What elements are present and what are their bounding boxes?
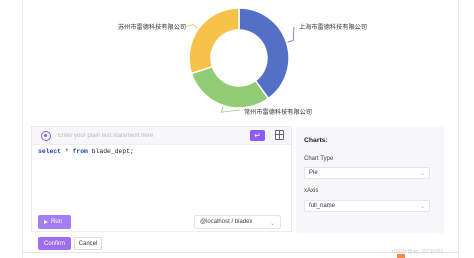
page: 苏州市雷德科技有限公司 上海市雷德科技有限公司 常州市雷德科技有限公司 ↵ se… [0, 0, 474, 258]
slice-label-changzhou: 常州市雷德科技有限公司 [244, 108, 312, 116]
xaxis-select[interactable]: full_name ⌄ [304, 200, 430, 212]
table-icon[interactable] [275, 130, 284, 140]
charts-settings-panel: Charts: Chart Type Pie ⌄ xAxis full_name… [296, 127, 444, 233]
cancel-button[interactable]: Cancel [74, 237, 102, 250]
connection-select[interactable]: @localhost / bladex ⌄ [194, 215, 281, 229]
ask-input[interactable] [58, 130, 238, 142]
sql-code-editor[interactable]: select * from blade_dept; [38, 148, 134, 155]
chart-type-select[interactable]: Pie ⌄ [304, 167, 430, 179]
sql-keyword-from: from [72, 148, 88, 155]
slice-suzhou[interactable] [188, 7, 240, 75]
leader-line-shanghai [287, 26, 295, 43]
run-button[interactable]: Run [38, 215, 71, 229]
sql-keyword-select: select [38, 148, 62, 155]
connection-value: @localhost / bladex [200, 219, 253, 225]
ai-assistant-icon[interactable] [41, 131, 51, 141]
ai-ask-bar: ↵ [32, 127, 291, 145]
chart-type-label: Chart Type [304, 156, 334, 162]
chevron-down-icon: ⌄ [419, 171, 425, 177]
play-icon [44, 219, 48, 224]
xaxis-label: xAxis [304, 188, 319, 194]
slice-label-suzhou: 苏州市雷德科技有限公司 [118, 23, 186, 31]
pie-slices [188, 7, 290, 109]
chevron-down-icon: ⌄ [419, 204, 425, 210]
chart-type-value: Pie [309, 170, 318, 176]
run-label: Run [51, 219, 63, 225]
sql-editor-panel: ↵ select * from blade_dept; Run @localho… [31, 126, 292, 232]
submit-enter-button[interactable]: ↵ [250, 130, 265, 141]
charts-title: Charts: [304, 137, 328, 144]
leader-line-suzhou [185, 24, 198, 29]
watermark-text: CSDN @qq_33730251 [392, 249, 444, 255]
donut-chart: 苏州市雷德科技有限公司 上海市雷德科技有限公司 常州市雷德科技有限公司 [118, 7, 367, 116]
xaxis-value: full_name [309, 203, 336, 209]
sql-table-name: blade_dept; [87, 148, 134, 155]
sql-star: * [61, 148, 73, 155]
slice-label-shanghai: 上海市雷德科技有限公司 [299, 23, 367, 31]
chevron-down-icon: ⌄ [269, 221, 275, 227]
confirm-button[interactable]: Confirm [38, 237, 71, 250]
slice-changzhou[interactable] [190, 65, 270, 109]
